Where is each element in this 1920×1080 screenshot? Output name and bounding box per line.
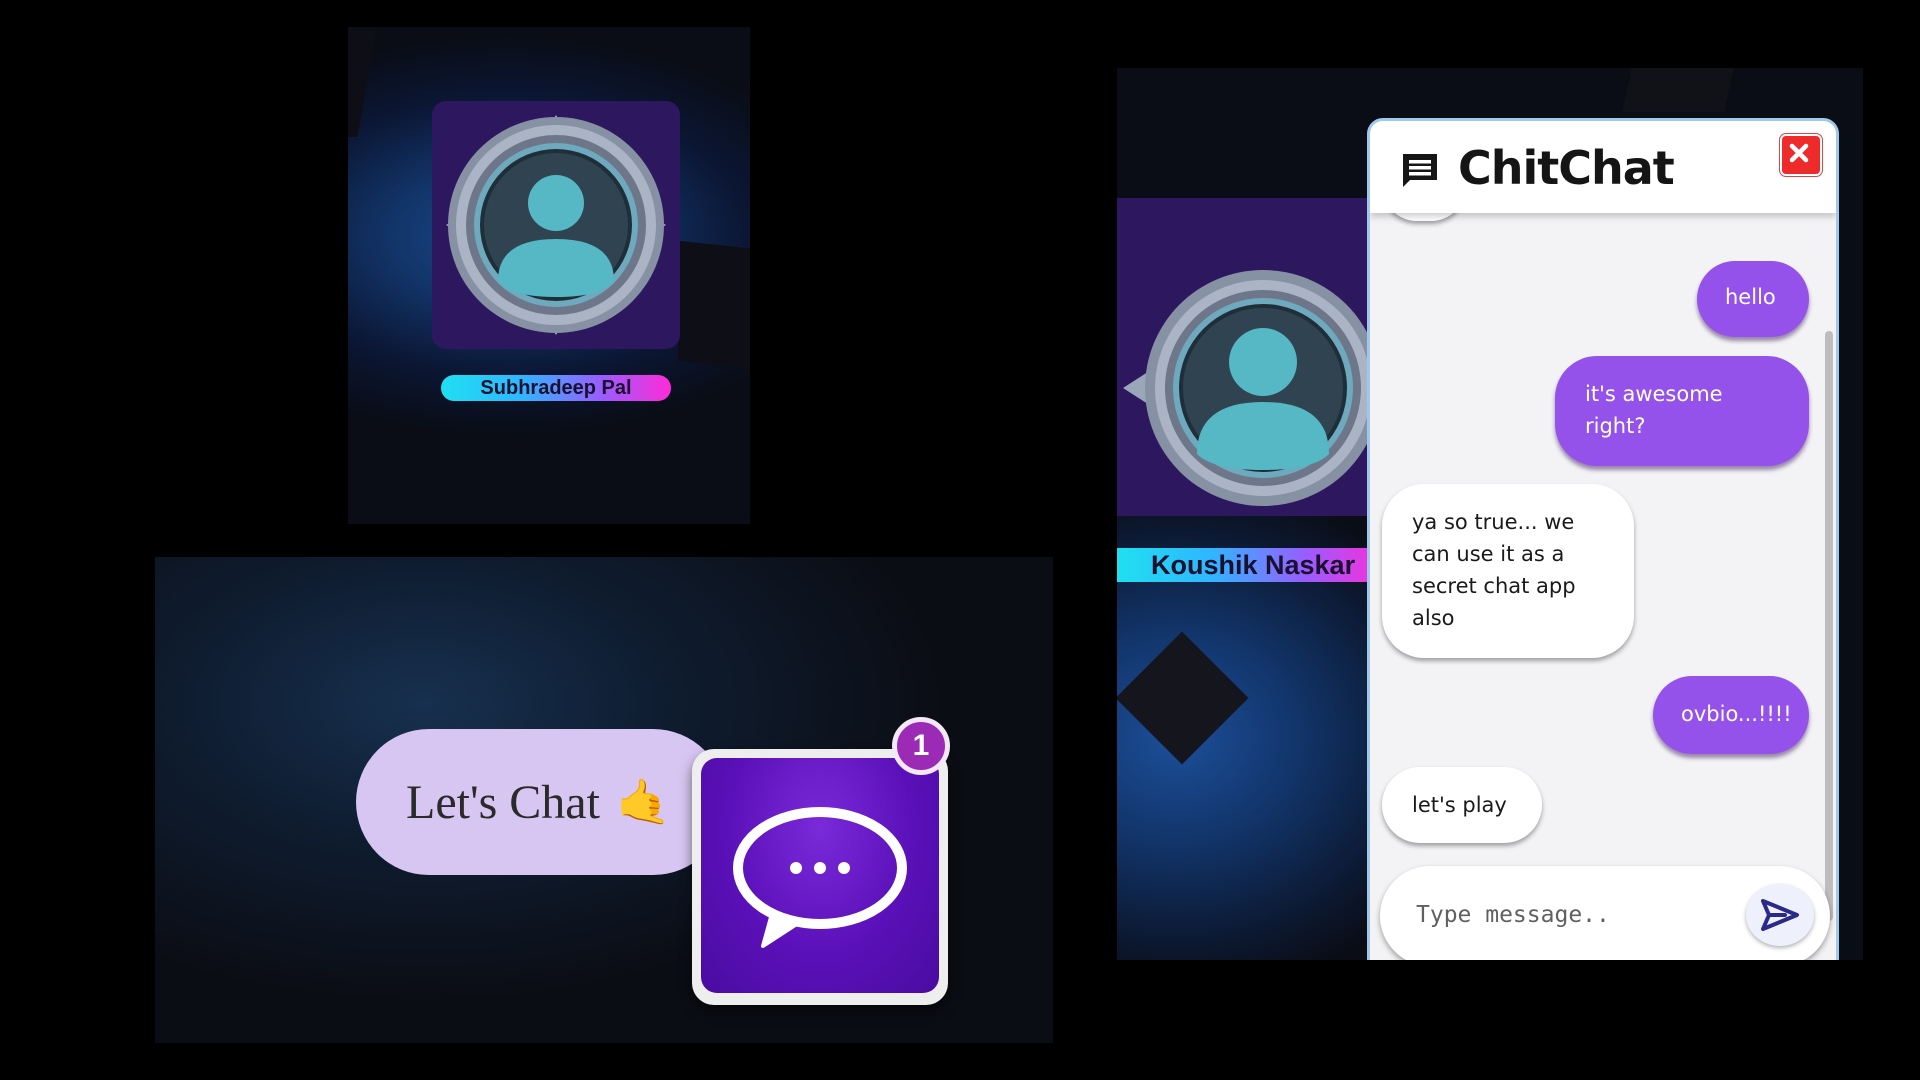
lets-chat-label: Let's Chat — [406, 775, 600, 829]
opponent-name-label: Koushik Naskar — [1117, 548, 1387, 582]
message-sent: it's awesome right? — [1555, 356, 1809, 466]
background-shard — [1622, 68, 1734, 112]
chat-window: hi hello it's awesome right? ya so true.… — [1367, 118, 1839, 960]
default-user-avatar-icon — [446, 115, 666, 335]
opponent-avatar-tile[interactable] — [1117, 198, 1407, 516]
chat-header: ChitChat — [1370, 121, 1836, 213]
message-scrollbar[interactable] — [1825, 331, 1833, 921]
message-received: ya so true... we can use it as a secret … — [1382, 484, 1634, 658]
chat-bubble-icon — [733, 807, 907, 948]
close-icon — [1789, 143, 1809, 163]
background-shard — [678, 240, 750, 374]
lets-chat-bubble[interactable]: Let's Chat 🤙 — [356, 729, 726, 875]
open-chat-button[interactable] — [692, 749, 948, 1005]
player-avatar-tile[interactable] — [432, 101, 680, 349]
message-input[interactable] — [1414, 896, 1728, 934]
send-icon — [1761, 899, 1799, 931]
message-composer — [1380, 866, 1830, 960]
message-received: let's play — [1382, 767, 1542, 843]
chat-launcher-panel: Let's Chat 🤙 1 — [155, 557, 1053, 1043]
message-sent: hello — [1697, 261, 1809, 337]
call-me-hand-icon: 🤙 — [615, 778, 671, 827]
send-button[interactable] — [1746, 884, 1814, 946]
message-icon — [1403, 154, 1437, 187]
chat-title: ChitChat — [1458, 141, 1675, 195]
message-sent: ovbio...!!!! — [1653, 676, 1809, 754]
background-shard — [348, 27, 379, 137]
player-name-label: Subhradeep Pal — [441, 375, 671, 401]
chat-window-panel: Koushik Naskar hi hello it's awesome rig… — [1117, 68, 1863, 960]
notification-badge: 1 — [892, 717, 950, 775]
background-diamond — [1117, 631, 1249, 765]
default-user-avatar-icon — [1123, 270, 1381, 506]
player-card-panel: Subhradeep Pal — [348, 27, 750, 524]
message-list[interactable]: hi hello it's awesome right? ya so true.… — [1370, 121, 1836, 960]
close-button[interactable] — [1780, 134, 1822, 176]
